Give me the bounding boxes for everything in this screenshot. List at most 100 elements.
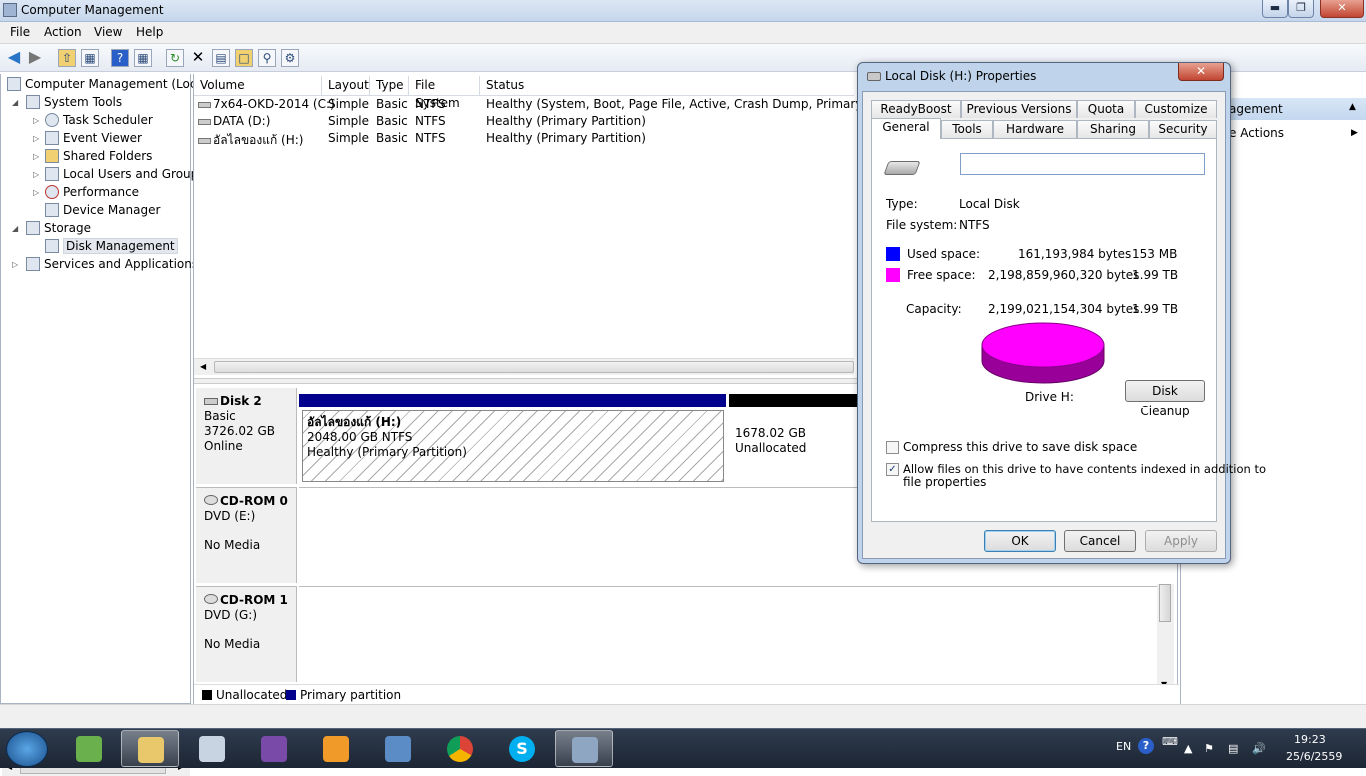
volume-row[interactable]: 7x64-OKD-2014 (C:) Simple Basic NTFS Hea…: [194, 96, 909, 113]
tab-previous-versions[interactable]: Previous Versions: [961, 100, 1077, 118]
taskbar-app[interactable]: [60, 730, 118, 767]
close-button[interactable]: ✕: [1320, 0, 1364, 18]
volume-icon[interactable]: 🔊: [1252, 742, 1266, 755]
tree-shared-folders[interactable]: ▷ Shared Folders: [33, 149, 152, 167]
open-icon[interactable]: □: [235, 49, 253, 67]
tree-services[interactable]: ▷ Services and Applications: [12, 257, 198, 275]
cdrom-icon: [204, 495, 218, 505]
start-button[interactable]: [6, 731, 48, 767]
taskbar-visual-studio[interactable]: [245, 730, 303, 767]
volume-label: อัลไลของแก้ (H:): [213, 133, 304, 147]
volume-name: 7x64-OKD-2014 (C:): [198, 97, 335, 111]
tree-root[interactable]: Computer Management (Local: [7, 77, 207, 95]
collapsed-arrow-icon[interactable]: ▷: [12, 260, 18, 269]
tree-disk-management[interactable]: Disk Management: [45, 238, 178, 257]
tree-storage[interactable]: ◢ Storage: [12, 221, 91, 239]
taskbar-computer-management[interactable]: [555, 730, 613, 767]
forward-icon[interactable]: ▶: [26, 49, 44, 67]
tree-system-tools[interactable]: ◢ System Tools: [12, 95, 122, 113]
volume-name-input[interactable]: [960, 153, 1205, 175]
tree-performance[interactable]: ▷ Performance: [33, 185, 139, 203]
collapsed-arrow-icon[interactable]: ▷: [33, 152, 39, 161]
show-hide-tree-icon[interactable]: ▦: [81, 49, 99, 67]
tab-quota[interactable]: Quota: [1077, 100, 1135, 118]
language-indicator[interactable]: EN: [1116, 740, 1131, 753]
maximize-button[interactable]: ❐: [1288, 0, 1314, 18]
type-cell: Basic: [376, 114, 408, 128]
tree-task-scheduler[interactable]: ▷ Task Scheduler: [33, 113, 153, 131]
show-hidden-icons-icon[interactable]: ▲: [1184, 742, 1192, 755]
menu-action[interactable]: Action: [44, 25, 82, 39]
index-checkbox[interactable]: ✓: [886, 463, 899, 476]
collapsed-arrow-icon[interactable]: ▷: [33, 134, 39, 143]
tree-device-manager[interactable]: Device Manager: [45, 203, 160, 221]
scroll-thumb[interactable]: [1159, 584, 1171, 622]
minimize-button[interactable]: ▬: [1262, 0, 1288, 18]
legend-unallocated: Unallocated: [202, 688, 287, 702]
volume-row[interactable]: อัลไลของแก้ (H:) Simple Basic NTFS Healt…: [194, 130, 854, 147]
keyboard-icon[interactable]: ⌨: [1162, 735, 1178, 748]
network-icon[interactable]: ▤: [1228, 742, 1238, 755]
taskbar-chrome[interactable]: [431, 730, 489, 767]
search-icon[interactable]: ⚲: [258, 49, 276, 67]
collapsed-arrow-icon[interactable]: ▷: [33, 188, 39, 197]
tree-event-viewer[interactable]: ▷ Event Viewer: [33, 131, 142, 149]
delete-icon[interactable]: ✕: [189, 49, 207, 67]
scroll-left-icon[interactable]: ◀: [200, 362, 206, 371]
collapse-up-icon[interactable]: ▲: [1349, 102, 1356, 112]
taskbar-explorer[interactable]: [121, 730, 179, 767]
taskbar-media[interactable]: [307, 730, 365, 767]
tab-sharing[interactable]: Sharing: [1077, 120, 1149, 138]
help-icon[interactable]: ?: [111, 49, 129, 67]
taskbar-calculator[interactable]: [183, 730, 241, 767]
tab-security[interactable]: Security: [1149, 120, 1217, 138]
volume-row[interactable]: DATA (D:) Simple Basic NTFS Healthy (Pri…: [194, 113, 854, 130]
up-folder-icon[interactable]: ⇧: [58, 49, 76, 67]
tab-hardware[interactable]: Hardware: [993, 120, 1077, 138]
cdrom-1-label[interactable]: CD-ROM 1 DVD (G:) No Media: [196, 586, 297, 682]
menu-view[interactable]: View: [94, 25, 122, 39]
clock-time[interactable]: 19:23: [1294, 733, 1326, 746]
expanded-arrow-icon[interactable]: ◢: [12, 224, 18, 233]
flag-icon[interactable]: ⚑: [1204, 742, 1214, 755]
disk-2-label[interactable]: Disk 2 Basic 3726.02 GB Online: [196, 388, 297, 484]
menu-file[interactable]: File: [10, 25, 30, 39]
column-status[interactable]: Status: [480, 76, 854, 96]
index-label-line1: Allow files on this drive to have conten…: [903, 462, 1266, 476]
cancel-button[interactable]: Cancel: [1064, 530, 1136, 552]
tab-tools[interactable]: Tools: [941, 120, 993, 138]
scroll-thumb[interactable]: [214, 361, 854, 373]
taskbar-skype[interactable]: S: [493, 730, 551, 767]
column-volume[interactable]: Volume: [194, 76, 322, 96]
tab-general[interactable]: General: [871, 118, 941, 139]
tree-local-users[interactable]: ▷ Local Users and Groups: [33, 167, 205, 185]
collapsed-arrow-icon[interactable]: ▷: [33, 116, 39, 125]
refresh-icon[interactable]: ↻: [166, 49, 184, 67]
help-icon[interactable]: ?: [1138, 738, 1154, 754]
connect-icon[interactable]: ⚙: [281, 49, 299, 67]
partition-size: 2048.00 GB NTFS: [307, 430, 413, 444]
disk-cleanup-button[interactable]: Disk Cleanup: [1125, 380, 1205, 418]
clock-date[interactable]: 25/6/2559: [1286, 750, 1342, 763]
cdrom-0-label[interactable]: CD-ROM 0 DVD (E:) No Media: [196, 487, 297, 583]
expanded-arrow-icon[interactable]: ◢: [12, 98, 18, 107]
type-label: Type:: [886, 197, 918, 211]
menu-help[interactable]: Help: [136, 25, 163, 39]
apply-button[interactable]: Apply: [1145, 530, 1217, 552]
tab-customize[interactable]: Customize: [1135, 100, 1217, 118]
column-file-system[interactable]: File System: [409, 76, 480, 110]
tab-readyboost[interactable]: ReadyBoost: [871, 100, 961, 118]
column-type[interactable]: Type: [370, 76, 409, 96]
taskbar-remote[interactable]: [369, 730, 427, 767]
volume-list-horizontal-scrollbar[interactable]: ◀: [194, 358, 854, 375]
ok-button[interactable]: OK: [984, 530, 1056, 552]
compress-checkbox[interactable]: [886, 441, 899, 454]
properties-icon[interactable]: ▦: [134, 49, 152, 67]
column-layout[interactable]: Layout: [322, 76, 370, 96]
collapsed-arrow-icon[interactable]: ▷: [33, 170, 39, 179]
back-icon[interactable]: ◀: [5, 49, 23, 67]
partition-h[interactable]: อัลไลของแก้ (H:) 2048.00 GB NTFS Healthy…: [302, 410, 724, 482]
properties-dialog: Local Disk (H:) Properties ✕ ReadyBoost …: [857, 62, 1266, 564]
dialog-close-button[interactable]: ✕: [1178, 63, 1224, 81]
properties-sheet-icon[interactable]: ▤: [212, 49, 230, 67]
